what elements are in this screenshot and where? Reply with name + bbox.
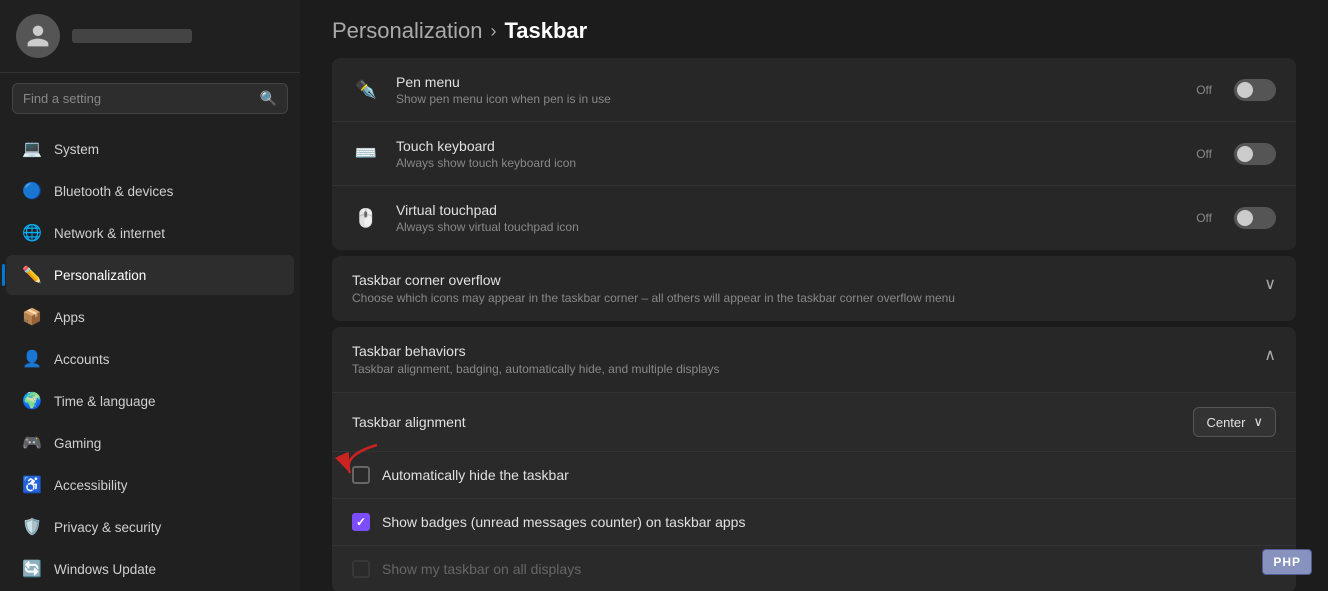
virtual-touchpad-row: 🖱️ Virtual touchpad Always show virtual … [332, 186, 1296, 250]
pen-menu-icon: ✒️ [352, 76, 380, 104]
sidebar-item-personalization[interactable]: ✏️ Personalization [6, 255, 294, 295]
search-icon: 🔍 [260, 90, 277, 107]
behaviors-header[interactable]: Taskbar behaviors Taskbar alignment, bad… [332, 327, 1296, 393]
sidebar-header [0, 0, 300, 73]
sidebar-item-privacy[interactable]: 🛡️ Privacy & security [6, 507, 294, 547]
sidebar-item-accounts[interactable]: 👤 Accounts [6, 339, 294, 379]
auto-hide-checkbox[interactable] [352, 466, 370, 484]
update-icon: 🔄 [22, 559, 42, 579]
search-box[interactable]: 🔍 [12, 83, 288, 114]
search-input[interactable] [23, 91, 252, 106]
auto-hide-row: Automatically hide the taskbar [332, 452, 1296, 499]
alignment-chevron-icon: ∨ [1253, 414, 1263, 430]
corner-overflow-header[interactable]: Taskbar corner overflow Choose which ico… [332, 256, 1296, 321]
sidebar-item-time[interactable]: 🌍 Time & language [6, 381, 294, 421]
touch-keyboard-title: Touch keyboard [396, 138, 1180, 154]
behaviors-title: Taskbar behaviors [352, 343, 1264, 359]
pen-menu-toggle-label: Off [1196, 83, 1212, 97]
sidebar-item-label: Apps [54, 310, 85, 325]
sidebar-item-network[interactable]: 🌐 Network & internet [6, 213, 294, 253]
sidebar-item-label: Privacy & security [54, 520, 161, 535]
behaviors-card: Taskbar behaviors Taskbar alignment, bad… [332, 327, 1296, 591]
corner-overflow-chevron: ∨ [1264, 274, 1276, 294]
time-icon: 🌍 [22, 391, 42, 411]
show-badges-label: Show badges (unread messages counter) on… [382, 514, 745, 530]
alignment-value: Center [1206, 415, 1245, 430]
show-all-displays-label: Show my taskbar on all displays [382, 561, 581, 577]
sidebar: 🔍 💻 System 🔵 Bluetooth & devices 🌐 Netwo… [0, 0, 300, 591]
sidebar-item-label: Network & internet [54, 226, 165, 241]
show-badges-row: Show badges (unread messages counter) on… [332, 499, 1296, 546]
show-badges-checkbox[interactable] [352, 513, 370, 531]
accessibility-icon: ♿ [22, 475, 42, 495]
corner-overflow-title: Taskbar corner overflow [352, 272, 1264, 288]
privacy-icon: 🛡️ [22, 517, 42, 537]
sidebar-item-label: Accounts [54, 352, 110, 367]
virtual-touchpad-desc: Always show virtual touchpad icon [396, 220, 1180, 234]
behaviors-desc: Taskbar alignment, badging, automaticall… [352, 362, 1264, 376]
virtual-touchpad-icon: 🖱️ [352, 204, 380, 232]
accounts-icon: 👤 [22, 349, 42, 369]
behaviors-text: Taskbar behaviors Taskbar alignment, bad… [352, 343, 1264, 376]
alignment-select[interactable]: Center ∨ [1193, 407, 1276, 437]
touch-keyboard-toggle-label: Off [1196, 147, 1212, 161]
user-name [72, 29, 192, 43]
touch-keyboard-icon: ⌨️ [352, 140, 380, 168]
virtual-touchpad-toggle-label: Off [1196, 211, 1212, 225]
sidebar-item-system[interactable]: 💻 System [6, 129, 294, 169]
apps-icon: 📦 [22, 307, 42, 327]
sidebar-item-bluetooth[interactable]: 🔵 Bluetooth & devices [6, 171, 294, 211]
sidebar-item-label: Accessibility [54, 478, 128, 493]
pen-menu-toggle[interactable] [1234, 79, 1276, 101]
behaviors-chevron: ∧ [1264, 345, 1276, 365]
virtual-touchpad-toggle[interactable] [1234, 207, 1276, 229]
sidebar-item-gaming[interactable]: 🎮 Gaming [6, 423, 294, 463]
breadcrumb-current: Taskbar [504, 18, 587, 44]
pen-menu-title: Pen menu [396, 74, 1180, 90]
sidebar-item-label: Time & language [54, 394, 156, 409]
breadcrumb: Personalization › Taskbar [300, 0, 1328, 58]
behaviors-expanded: Taskbar alignment Center ∨ [332, 393, 1296, 591]
pen-menu-row: ✒️ Pen menu Show pen menu icon when pen … [332, 58, 1296, 122]
corner-overflow-desc: Choose which icons may appear in the tas… [352, 291, 1264, 305]
pen-menu-desc: Show pen menu icon when pen is in use [396, 92, 1180, 106]
content-area: ✒️ Pen menu Show pen menu icon when pen … [300, 58, 1328, 591]
virtual-touchpad-title: Virtual touchpad [396, 202, 1180, 218]
corner-overflow-text: Taskbar corner overflow Choose which ico… [352, 272, 1264, 305]
show-all-displays-row: Show my taskbar on all displays [332, 546, 1296, 591]
system-icon: 💻 [22, 139, 42, 159]
gaming-icon: 🎮 [22, 433, 42, 453]
avatar[interactable] [16, 14, 60, 58]
touch-keyboard-text: Touch keyboard Always show touch keyboar… [396, 138, 1180, 170]
breadcrumb-separator: › [490, 21, 496, 42]
show-all-displays-checkbox[interactable] [352, 560, 370, 578]
sidebar-item-label: Personalization [54, 268, 146, 283]
pen-menu-text: Pen menu Show pen menu icon when pen is … [396, 74, 1180, 106]
virtual-touchpad-text: Virtual touchpad Always show virtual tou… [396, 202, 1180, 234]
bluetooth-icon: 🔵 [22, 181, 42, 201]
nav-items: 💻 System 🔵 Bluetooth & devices 🌐 Network… [0, 124, 300, 591]
sidebar-item-label: Bluetooth & devices [54, 184, 173, 199]
alignment-label: Taskbar alignment [352, 414, 1193, 430]
touch-keyboard-desc: Always show touch keyboard icon [396, 156, 1180, 170]
sidebar-item-apps[interactable]: 📦 Apps [6, 297, 294, 337]
sidebar-item-label: Gaming [54, 436, 101, 451]
sidebar-item-update[interactable]: 🔄 Windows Update [6, 549, 294, 589]
sidebar-item-label: Windows Update [54, 562, 156, 577]
main-content: Personalization › Taskbar ✒️ Pen menu Sh… [300, 0, 1328, 591]
corner-overflow-card: Taskbar corner overflow Choose which ico… [332, 256, 1296, 321]
sidebar-item-accessibility[interactable]: ♿ Accessibility [6, 465, 294, 505]
sidebar-item-label: System [54, 142, 99, 157]
personalization-icon: ✏️ [22, 265, 42, 285]
php-badge: php [1262, 549, 1312, 575]
breadcrumb-parent: Personalization [332, 18, 482, 44]
toggle-settings-card: ✒️ Pen menu Show pen menu icon when pen … [332, 58, 1296, 250]
touch-keyboard-row: ⌨️ Touch keyboard Always show touch keyb… [332, 122, 1296, 186]
network-icon: 🌐 [22, 223, 42, 243]
auto-hide-label: Automatically hide the taskbar [382, 467, 569, 483]
touch-keyboard-toggle[interactable] [1234, 143, 1276, 165]
alignment-row: Taskbar alignment Center ∨ [332, 393, 1296, 452]
user-icon [25, 23, 51, 49]
